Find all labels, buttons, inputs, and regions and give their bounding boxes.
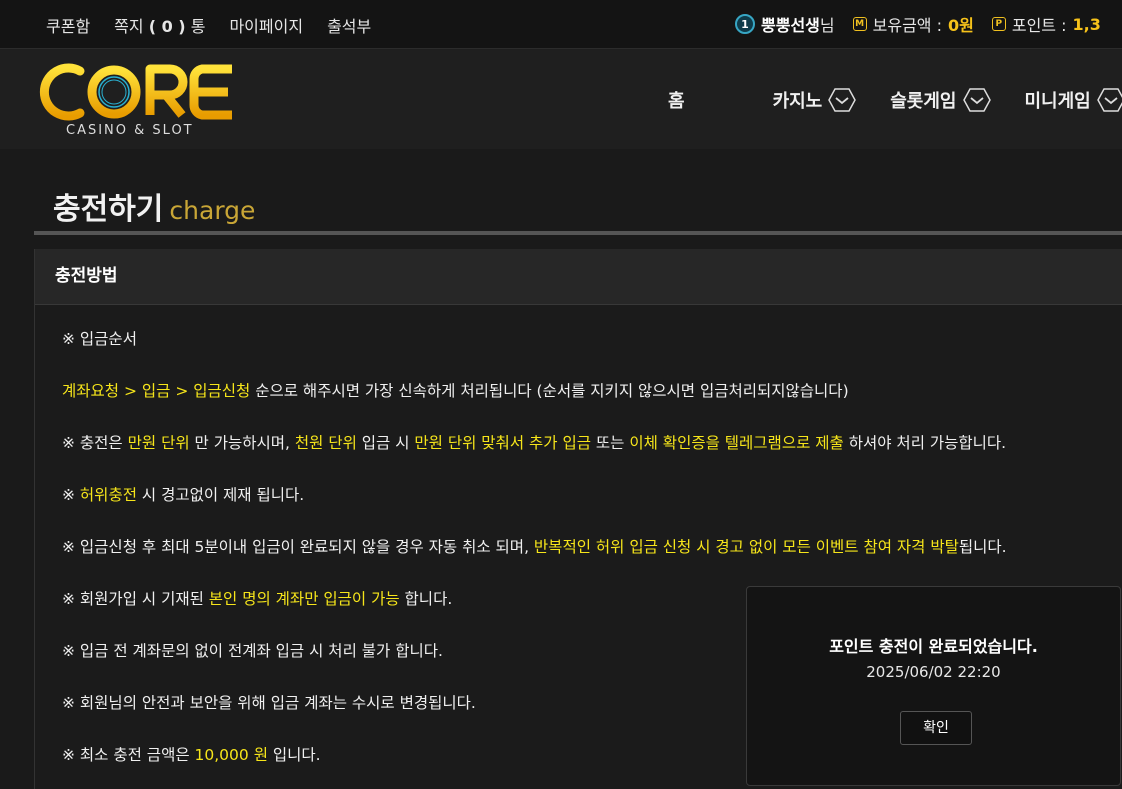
point-label: 포인트 : — [1011, 16, 1067, 35]
rule-text: ※ 충전은 — [62, 434, 128, 452]
chevron-down-icon — [1096, 88, 1122, 112]
rule-highlight: 이체 확인증을 텔레그램으로 제출 — [629, 434, 844, 452]
username: 뿡뿡선생 — [761, 16, 820, 35]
main-nav: 홈 카지노 슬롯게임 미니게임 — [668, 87, 1122, 113]
nav-minigame-label: 미니게임 — [1024, 91, 1091, 112]
nav-home[interactable]: 홈 — [668, 87, 685, 113]
rule-highlight: 반복적인 허위 입금 신청 시 경고 없이 모든 이벤트 참여 자격 박탈 — [533, 538, 959, 556]
nav-home-label: 홈 — [668, 91, 685, 112]
honorific: 님 — [819, 16, 835, 35]
popup-timestamp: 2025/06/02 22:20 — [866, 663, 1001, 681]
coupon-link[interactable]: 쿠폰함 — [46, 13, 90, 37]
rule-highlight: 본인 명의 계좌만 입금이 가능 — [208, 590, 400, 608]
rule-text: 입금 시 — [356, 434, 415, 452]
rule-highlight: 만원 단위 맞춰서 추가 입금 — [414, 434, 591, 452]
point-icon: P — [991, 17, 1006, 31]
main-header: CASINO & SLOT 홈 카지노 슬롯게임 미니게임 — [0, 49, 1122, 149]
rule-fake-charge: ※ 허위충전 시 경고없이 제재 됩니다. — [62, 483, 304, 505]
popup-message: 포인트 충전이 완료되었습니다. — [829, 637, 1038, 656]
user-info: 1 뿡뿡선생님 M 보유금액 : 0원 P 포인트 : 1,3 — [735, 12, 1101, 36]
page-title-en: charge — [169, 196, 256, 225]
nav-slot[interactable]: 슬롯게임 — [890, 87, 991, 113]
rule-own-account: ※ 회원가입 시 기재된 본인 명의 계좌만 입금이 가능 합니다. — [62, 587, 452, 609]
rule-text: ※ 회원가입 시 기재된 — [62, 590, 209, 608]
chevron-down-icon — [962, 88, 991, 112]
order-title: ※ 입금순서 — [62, 330, 137, 348]
nav-slot-label: 슬롯게임 — [890, 91, 957, 112]
mypage-link[interactable]: 마이페이지 — [229, 13, 303, 37]
rule-text: 또는 — [590, 434, 630, 452]
messages-unit: 통 — [190, 17, 206, 36]
logo-subtitle: CASINO & SLOT — [66, 123, 194, 138]
top-bar: 쿠폰함 쪽지 ( 0 ) 통 마이페이지 출석부 1 뿡뿡선생님 M 보유금액 … — [0, 0, 1122, 49]
money-icon: M — [852, 17, 867, 31]
rule-text: ※ — [62, 486, 80, 504]
rule-text: 만 가능하시며, — [189, 434, 295, 452]
panel-heading: 충전방법 — [35, 249, 1122, 305]
rule-text: 됩니다. — [958, 538, 1007, 556]
rule-account-change: ※ 회원님의 안전과 보안을 위해 입금 계좌는 수시로 변경됩니다. — [62, 694, 476, 712]
confirm-button[interactable]: 확인 — [900, 711, 972, 745]
rule-highlight: 10,000 원 — [194, 746, 268, 764]
rule-highlight: 허위충전 — [79, 486, 137, 504]
rule-highlight: 만원 단위 — [127, 434, 190, 452]
money-value: 0원 — [947, 16, 974, 35]
rule-unit: ※ 충전은 만원 단위 만 가능하시며, 천원 단위 입금 시 만원 단위 맞춰… — [62, 431, 1006, 453]
messages-link[interactable]: 쪽지 ( 0 ) 통 — [114, 13, 205, 37]
chevron-down-icon — [828, 88, 857, 112]
rule-text: 입니다. — [267, 746, 321, 764]
nav-casino-label: 카지노 — [772, 91, 823, 112]
rule-auto-cancel: ※ 입금신청 후 최대 5분이내 입금이 완료되지 않을 경우 자동 취소 되며… — [62, 535, 1007, 557]
money-label: 보유금액 : — [872, 16, 942, 35]
top-links: 쿠폰함 쪽지 ( 0 ) 통 마이페이지 출석부 — [46, 13, 371, 37]
title-divider — [34, 231, 1122, 235]
core-logo-mark-icon — [39, 63, 232, 121]
messages-count: ( 0 ) — [148, 17, 186, 36]
order-steps-text: 순으로 해주시면 가장 신속하게 처리됩니다 (순서를 지키지 않으시면 입금처… — [250, 382, 849, 400]
order-steps-highlight: 계좌요청 > 입금 > 입금신청 — [62, 382, 251, 400]
notification-popup: 포인트 충전이 완료되었습니다. 2025/06/02 22:20 확인 — [746, 586, 1121, 786]
nav-casino[interactable]: 카지노 — [773, 87, 857, 113]
attendance-link[interactable]: 출석부 — [327, 13, 371, 37]
rule-highlight: 천원 단위 — [294, 434, 357, 452]
page-title-ko: 충전하기 — [53, 192, 164, 227]
rule-text: ※ 최소 충전 금액은 — [62, 746, 195, 764]
point-value: 1,3 — [1072, 14, 1101, 34]
rule-text: 시 경고없이 제재 됩니다. — [136, 486, 305, 504]
core-logo[interactable]: CASINO & SLOT — [32, 61, 242, 141]
nav-minigame[interactable]: 미니게임 — [1025, 87, 1122, 113]
page-title: 충전하기 charge — [53, 184, 255, 228]
rule-text: 하셔야 처리 가능합니다. — [843, 434, 1007, 452]
rule-text: 합니다. — [399, 590, 453, 608]
rule-minimum: ※ 최소 충전 금액은 10,000 원 입니다. — [62, 743, 321, 765]
messages-label: 쪽지 — [114, 17, 144, 36]
level-badge-icon: 1 — [735, 14, 755, 34]
rule-text: ※ 입금신청 후 최대 5분이내 입금이 완료되지 않을 경우 자동 취소 되며… — [62, 538, 534, 556]
rule-inquiry: ※ 입금 전 계좌문의 없이 전계좌 입금 시 처리 불가 합니다. — [62, 642, 443, 660]
order-steps: 계좌요청 > 입금 > 입금신청 순으로 해주시면 가장 신속하게 처리됩니다 … — [62, 379, 849, 401]
